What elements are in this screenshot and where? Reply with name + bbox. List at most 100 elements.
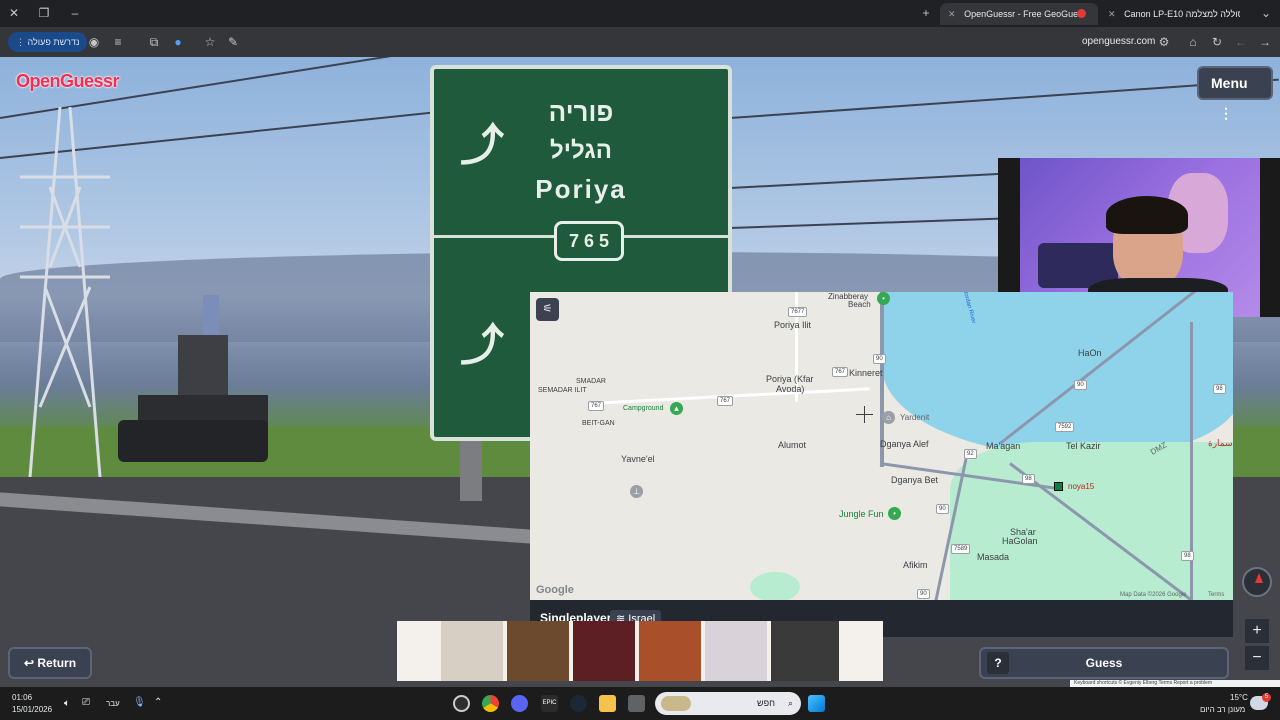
- route-shield: 98: [1181, 551, 1194, 561]
- minimize-window-icon[interactable]: –: [67, 5, 83, 21]
- map-settings-icon[interactable]: ⚟: [536, 298, 559, 321]
- ad-banner[interactable]: [397, 621, 883, 681]
- sign-latin: Poriya: [535, 174, 627, 204]
- steam-app-icon[interactable]: [570, 695, 587, 712]
- weather-temp[interactable]: 15°C: [1230, 693, 1248, 702]
- edit-icon[interactable]: ✎: [225, 34, 241, 50]
- route-shield: 98: [1213, 384, 1226, 394]
- campground-pin-icon[interactable]: ▲: [670, 402, 683, 415]
- map-label: Campground: [623, 405, 664, 412]
- reload-icon[interactable]: ↻: [1209, 34, 1225, 50]
- ad-product-image[interactable]: [441, 621, 503, 681]
- openguessr-logo[interactable]: OpenGuessr: [16, 71, 120, 92]
- extensions-icon[interactable]: ⧉: [146, 34, 162, 50]
- browser-tab-bar: ✕ ❐ – + ✕ OpenGuessr - Free GeoGue ✕ Can…: [0, 0, 1280, 27]
- forward-icon[interactable]: ←: [1233, 34, 1249, 50]
- reading-list-icon[interactable]: ≡: [110, 34, 126, 50]
- tab-close-icon[interactable]: ✕: [1108, 9, 1116, 19]
- crosshair-cursor-icon: [856, 406, 873, 423]
- weather-desc[interactable]: מעונן רב היום: [1200, 705, 1245, 714]
- map-label: Masada: [977, 552, 1010, 562]
- clock-date[interactable]: 15/01/2026: [12, 705, 52, 714]
- clock-time[interactable]: 01:06: [12, 693, 32, 702]
- address-url[interactable]: openguessr.com: [1082, 36, 1155, 47]
- map-label: Alumot: [778, 440, 807, 450]
- map-label: Dganya Bet: [891, 475, 939, 485]
- ad-product-image[interactable]: [639, 621, 701, 681]
- map-label: SMADAR: [576, 378, 606, 385]
- sea-of-galilee: [882, 292, 1233, 457]
- language-indicator[interactable]: עבר: [106, 699, 120, 708]
- close-window-icon[interactable]: ✕: [6, 5, 22, 21]
- network-icon[interactable]: ⎚: [82, 697, 90, 708]
- action-required-pill[interactable]: ⋮ נדרשת פעולה: [8, 32, 88, 52]
- restore-window-icon[interactable]: ❐: [36, 5, 52, 21]
- search-icon: ⌕: [787, 698, 793, 708]
- map-label: Poriya (Kfar: [766, 374, 814, 384]
- windows-start-icon[interactable]: [808, 695, 825, 712]
- task-view-icon[interactable]: [628, 695, 645, 712]
- ad-product-image[interactable]: [573, 621, 635, 681]
- home-icon[interactable]: ⌂: [1185, 34, 1201, 50]
- map-footer: Keyboard shortcuts © Evgeniy Elberg Term…: [1070, 680, 1280, 687]
- tab-close-icon[interactable]: ✕: [948, 9, 956, 19]
- browser-toolbar: ⋮ נדרשת פעולה ◉ ≡ ⧉ ● ☆ ✎ openguessr.com…: [0, 27, 1280, 57]
- zoom-in-button[interactable]: +: [1245, 619, 1269, 643]
- route-shield: 90: [936, 504, 949, 514]
- sign-arrow-icon: ⤴: [460, 321, 504, 370]
- yavneel-pin-icon[interactable]: ⊥: [630, 485, 643, 498]
- zoom-out-button[interactable]: −: [1245, 646, 1269, 670]
- route-shield: 767: [832, 367, 849, 377]
- map-attribution: Map Data ©2026 Google: [1120, 592, 1187, 598]
- ad-product-image[interactable]: [771, 621, 839, 681]
- file-explorer-icon[interactable]: [599, 695, 616, 712]
- map-label: Afikim: [903, 560, 928, 570]
- compass-icon[interactable]: [1242, 567, 1272, 597]
- jungle-fun-pin-icon[interactable]: •: [888, 507, 901, 520]
- tab-title: OpenGuessr - Free GeoGue: [964, 9, 1079, 19]
- menu-button[interactable]: Menu ⋮: [1197, 66, 1273, 121]
- map-terms-link[interactable]: Terms: [1208, 592, 1224, 598]
- extension-shield-icon[interactable]: ●: [170, 34, 186, 50]
- beach-pin-icon[interactable]: •: [877, 292, 890, 305]
- map-label: HaGolan: [1002, 536, 1038, 546]
- excavator: [118, 295, 268, 462]
- tab-openguessr[interactable]: ✕ OpenGuessr - Free GeoGue: [940, 3, 1098, 25]
- yardenit-pin-icon[interactable]: ⌂: [882, 411, 895, 424]
- tray-chevron-icon[interactable]: ⌃: [154, 697, 162, 708]
- map-label: BEIT-GAN: [582, 420, 615, 427]
- sign-pole: [460, 441, 482, 501]
- ad-product-image[interactable]: [705, 621, 767, 681]
- new-tab-icon[interactable]: +: [918, 5, 934, 21]
- microphone-icon[interactable]: 🎙︎: [133, 697, 146, 708]
- tab-canon[interactable]: ✕ Canon LP-E10 סוללה למצלמה: [1100, 3, 1240, 25]
- green-area: [750, 572, 800, 600]
- map-label: Beach: [848, 300, 871, 309]
- map-label: Jungle Fun: [839, 509, 884, 519]
- help-button[interactable]: ?: [987, 652, 1009, 674]
- bookmark-star-icon[interactable]: ☆: [202, 34, 218, 50]
- return-button[interactable]: ↩ Return: [8, 647, 92, 679]
- windows-taskbar: 01:06 15/01/2026 🔈︎ ⎚ עבר 🎙︎ ⌃ EPIC חפש …: [0, 687, 1280, 720]
- site-settings-icon[interactable]: ⚙: [1156, 34, 1172, 50]
- tab-search-icon[interactable]: ⌄: [1258, 5, 1274, 21]
- map-label: Poriya Ilit: [774, 320, 812, 330]
- sign-arrow-icon: ⤴: [460, 121, 504, 170]
- obs-app-icon[interactable]: [453, 695, 470, 712]
- guess-button[interactable]: ? Guess: [979, 647, 1229, 679]
- map-label: Yardenit: [900, 413, 930, 422]
- speaker-icon[interactable]: 🔈︎: [64, 698, 70, 709]
- route-shield: 90: [1074, 380, 1087, 390]
- guess-map[interactable]: Zinabberay Beach Poriya Ilit Kinneret Po…: [530, 292, 1233, 600]
- taskbar-search[interactable]: חפש ⌕: [655, 692, 801, 715]
- back-icon[interactable]: →: [1257, 34, 1273, 50]
- map-label: Dganya Alef: [880, 439, 929, 449]
- google-logo: Google: [536, 584, 574, 596]
- ad-product-image[interactable]: [507, 621, 569, 681]
- discord-app-icon[interactable]: [511, 695, 528, 712]
- epic-games-icon[interactable]: EPIC: [541, 695, 558, 712]
- sign-route-number: 7 6 5: [554, 221, 624, 261]
- chrome-app-icon[interactable]: [482, 695, 499, 712]
- extension-globe-icon[interactable]: ◉: [86, 34, 102, 50]
- return-arrow-icon: ↩: [23, 656, 38, 670]
